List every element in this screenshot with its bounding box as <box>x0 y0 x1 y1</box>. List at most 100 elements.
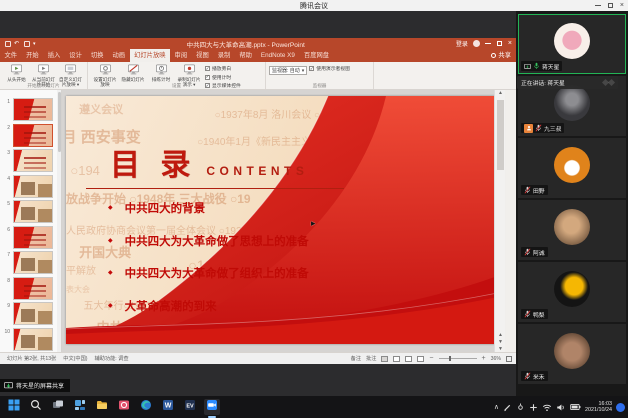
current-slide[interactable]: 遵义会议○1937年8月 洛川会议 ○月 西安事变○1940年1月《新民主主义论… <box>66 96 503 344</box>
slide-thumbnail-1[interactable]: 1 <box>4 98 53 121</box>
bullet-text: 中共四大为大革命做了思想上的准备 <box>125 233 309 249</box>
ppt-tab-12[interactable]: EndNote X9 <box>256 49 299 62</box>
ribbon-button-rehearse-timing[interactable]: 排练计时 <box>148 63 175 82</box>
slide-thumbnail-7[interactable]: 7 <box>4 251 53 274</box>
ppt-restore-icon[interactable] <box>497 41 502 46</box>
slide-thumbnail-9[interactable]: 9 <box>4 302 53 325</box>
ppt-tab-3[interactable]: 插入 <box>43 49 65 62</box>
ribbon-button-hide-slide[interactable]: 隐藏幻灯片 <box>120 63 147 82</box>
taskbar-app-word[interactable]: W <box>160 399 176 415</box>
tray-plus-icon[interactable] <box>529 403 538 412</box>
sign-in-button[interactable]: 登录 <box>456 39 468 48</box>
participant-tile-4[interactable]: 阿诚 <box>518 200 626 260</box>
tray-volume-icon[interactable] <box>556 403 566 412</box>
slide-thumbnail-4[interactable]: 4 <box>4 175 53 198</box>
zoom-out-icon[interactable]: − <box>429 355 433 362</box>
taskbar-app-widgets[interactable] <box>72 399 88 415</box>
ppt-tab-10[interactable]: 录制 <box>213 49 235 62</box>
ppt-tab-2[interactable]: 开始 <box>22 49 44 62</box>
slide-thumbnail-10[interactable]: 10 <box>4 328 53 351</box>
tray-wifi-icon[interactable] <box>542 403 552 412</box>
zoom-slider[interactable] <box>439 358 477 359</box>
normal-view-icon[interactable] <box>381 356 388 362</box>
notification-center-icon[interactable] <box>616 403 625 412</box>
taskbar-app-explorer[interactable] <box>94 399 110 415</box>
meeting-close-icon[interactable]: × <box>620 2 624 9</box>
fit-to-window-icon[interactable] <box>506 356 512 362</box>
language-indicator[interactable]: 中文(中国) <box>63 355 87 362</box>
ppt-tab-4[interactable]: 设计 <box>65 49 87 62</box>
undo-icon[interactable]: ↶ <box>14 41 21 47</box>
ppt-tab-8[interactable]: 审阅 <box>170 49 192 62</box>
participant-tile-3[interactable]: 田野 <box>518 138 626 198</box>
meeting-minimize-icon[interactable] <box>595 5 601 6</box>
zoom-in-icon[interactable]: + <box>482 355 486 362</box>
slide-thumbnail-5[interactable]: 5 <box>4 200 53 223</box>
monitor-dropdown[interactable]: 监视器: 自动 ▾ <box>269 66 307 75</box>
ppt-tab-11[interactable]: 帮助 <box>235 49 257 62</box>
thumbnail-image <box>13 149 53 172</box>
ppt-close-icon[interactable]: × <box>508 40 512 47</box>
checkbox-icon: ✓ <box>309 66 314 71</box>
ribbon-checkbox[interactable]: ✓播放旁白 <box>205 65 241 72</box>
thumbnail-number: 8 <box>4 277 10 284</box>
previous-slide-icon[interactable]: ▲ <box>495 332 506 338</box>
ribbon-checkbox[interactable]: ✓使用演示者视图 <box>309 65 350 72</box>
windows-taskbar: W EV ∧ 16:03 2021/10/24 <box>0 396 628 418</box>
thumbnail-image <box>13 98 53 121</box>
ppt-tab-13[interactable]: 百度网盘 <box>299 49 333 62</box>
fan-avatar <box>554 147 590 183</box>
participant-name-tag: 鸭梨 <box>521 309 548 319</box>
rehearse-timing-icon <box>155 63 168 76</box>
participant-tile-5[interactable]: 鸭梨 <box>518 262 626 322</box>
slide-sorter-view-icon[interactable] <box>393 356 400 362</box>
thumbnail-scrollbar[interactable] <box>57 90 61 352</box>
account-avatar[interactable] <box>473 40 480 47</box>
tray-battery-icon[interactable] <box>570 403 581 411</box>
participant-tile-1[interactable]: 蒋天星 <box>518 14 626 74</box>
meeting-titlebar: 腾讯会议 × <box>0 0 628 11</box>
ribbon-share-button[interactable]: 共享 <box>491 49 511 62</box>
start-icon <box>8 398 20 416</box>
slide-scrollbar[interactable]: ▲ ▲ ▼ ▼ <box>494 90 505 352</box>
ppt-minimize-icon[interactable] <box>485 43 491 44</box>
taskbar-app-search[interactable] <box>28 399 44 415</box>
taskbar-app-start[interactable] <box>6 399 22 415</box>
ppt-tab-1[interactable]: 文件 <box>0 49 22 62</box>
ppt-tab-7[interactable]: 幻灯片放映 <box>130 49 170 62</box>
save-icon[interactable] <box>5 41 11 47</box>
tray-chevron-icon[interactable]: ∧ <box>494 403 499 411</box>
scroll-up-icon[interactable]: ▲ <box>495 90 506 96</box>
screen-share-banner[interactable]: 蒋天星的屏幕共享 <box>0 379 70 392</box>
tray-pen-icon[interactable] <box>503 403 512 412</box>
zoom-level[interactable]: 36% <box>491 356 501 362</box>
taskbar-app-tencent-meeting[interactable] <box>204 399 220 415</box>
comments-button[interactable]: 批注 <box>366 355 376 362</box>
notes-button[interactable]: 备注 <box>351 355 361 362</box>
taskbar-app-ev-recorder[interactable]: EV <box>182 399 198 415</box>
ppt-tab-6[interactable]: 动画 <box>108 49 130 62</box>
slide-thumbnail-2[interactable]: 2 <box>4 124 53 147</box>
tray-touch-icon[interactable] <box>516 403 525 412</box>
bear-avatar <box>554 333 590 369</box>
ppt-tab-9[interactable]: 视图 <box>192 49 214 62</box>
slideshow-view-icon[interactable] <box>417 356 424 362</box>
meeting-maximize-icon[interactable] <box>608 3 613 8</box>
slide-thumbnail-8[interactable]: 8 <box>4 277 53 300</box>
clock-date: 2021/10/24 <box>585 407 612 413</box>
accessibility-status[interactable]: 辅助功能: 调查 <box>95 355 129 362</box>
taskbar-app-task-view[interactable] <box>50 399 66 415</box>
slide-thumbnail-6[interactable]: 6 <box>4 226 53 249</box>
slideshow-icon[interactable] <box>24 41 30 47</box>
hide-slide-icon <box>127 63 140 76</box>
slide-thumbnail-3[interactable]: 3 <box>4 149 53 172</box>
next-slide-icon[interactable]: ▼ <box>495 339 506 345</box>
participant-tile-6[interactable]: 米禾 <box>518 324 626 384</box>
taskbar-app-photos[interactable] <box>116 399 132 415</box>
taskbar-app-edge[interactable] <box>138 399 154 415</box>
taskbar-clock[interactable]: 16:03 2021/10/24 <box>585 401 612 413</box>
ribbon-button-play-from-start[interactable]: 从头开始 <box>4 63 30 82</box>
ribbon-checkbox[interactable]: ✓使用计时 <box>205 74 241 81</box>
ppt-tab-5[interactable]: 切换 <box>86 49 108 62</box>
reading-view-icon[interactable] <box>405 356 412 362</box>
